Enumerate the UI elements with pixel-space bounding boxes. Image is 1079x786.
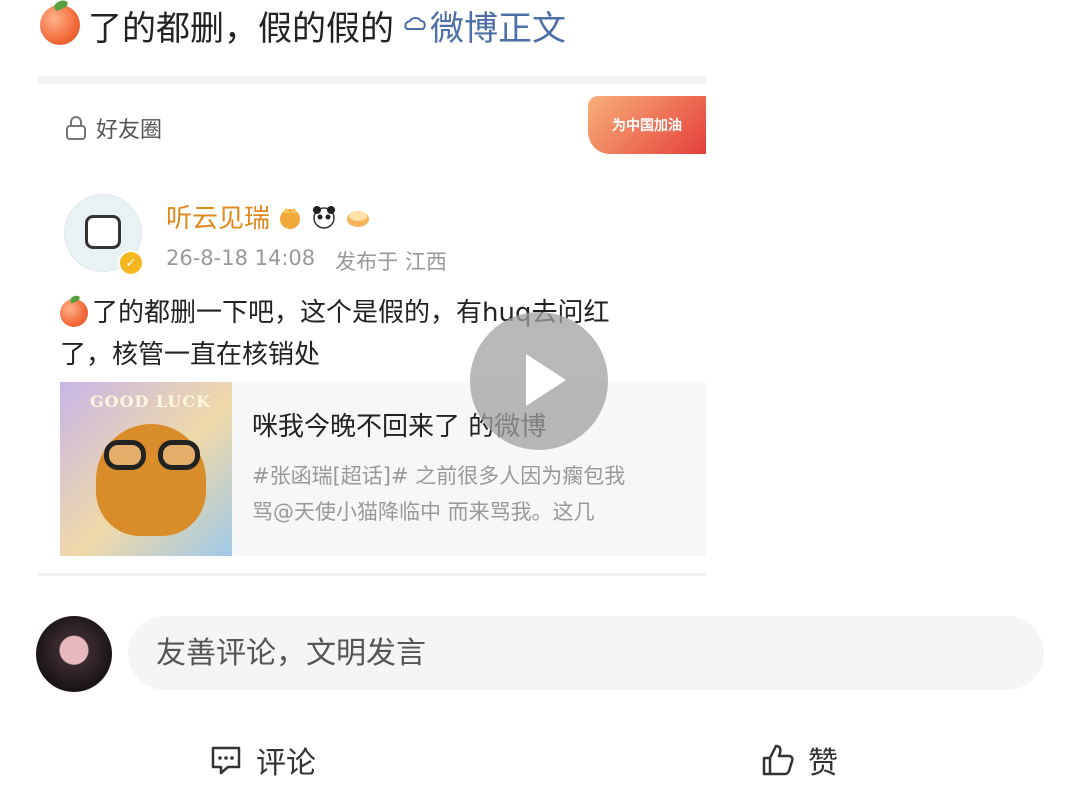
post-header-text: 了的都删，假的假的 xyxy=(88,8,394,49)
crown-emoji-icon xyxy=(276,203,304,231)
promo-badge-text: 为中国加油 xyxy=(612,118,682,134)
comment-input[interactable] xyxy=(128,616,1044,690)
weibo-link-label[interactable]: 微博正文 xyxy=(430,1,566,50)
quoted-post-card[interactable]: 好友圈 为中国加油 ✓ 听云见瑞 26-8-18 14:08 发布于 江西 了的… xyxy=(38,76,706,576)
weibo-link[interactable]: 微博正文 xyxy=(402,1,566,50)
cake-emoji-icon xyxy=(344,203,372,231)
panda-emoji-icon xyxy=(310,203,338,231)
comment-icon xyxy=(211,746,241,775)
visibility-row: 好友圈 xyxy=(62,112,162,144)
author-name-row: 听云见瑞 xyxy=(166,198,372,235)
shared-desc-line1: #张函瑞[超话]# 之前很多人因为瘸包我 xyxy=(252,464,626,488)
shared-description: #张函瑞[超话]# 之前很多人因为瘸包我 骂@天使小猫降临中 而来骂我。这几 xyxy=(252,458,706,530)
post-timestamp: 26-8-18 14:08 xyxy=(166,246,316,270)
glasses-illustration xyxy=(104,440,200,470)
peach-emoji-icon xyxy=(40,5,80,45)
thumbnail-text: GOOD LUCK xyxy=(90,392,211,411)
friends-circle-lock-icon xyxy=(66,116,86,140)
post-meta: 26-8-18 14:08 发布于 江西 xyxy=(166,246,447,276)
visibility-label: 好友圈 xyxy=(96,118,163,143)
current-user-avatar[interactable] xyxy=(36,616,112,692)
comment-label: 评论 xyxy=(256,746,316,781)
weibo-link-icon xyxy=(404,17,426,30)
play-button-icon[interactable] xyxy=(470,312,608,450)
verified-icon: ✓ xyxy=(118,250,144,276)
like-button[interactable]: 赞 xyxy=(760,738,838,782)
like-label: 赞 xyxy=(808,746,838,781)
avatar-cartoon xyxy=(85,215,121,249)
shared-weibo-card[interactable]: GOOD LUCK 咪我今晚不回来了 的微博 #张函瑞[超话]# 之前很多人因为… xyxy=(60,382,706,556)
author-name[interactable]: 听云见瑞 xyxy=(166,198,270,235)
post-header-line: 了的都删，假的假的 微博正文 xyxy=(40,1,566,50)
shared-thumbnail: GOOD LUCK xyxy=(60,382,232,556)
comment-button[interactable]: 评论 xyxy=(208,738,316,782)
promo-badge: 为中国加油 xyxy=(588,96,706,154)
post-location: 发布于 江西 xyxy=(335,250,447,274)
thumbs-up-icon xyxy=(762,744,794,776)
shared-desc-line2: 骂@天使小猫降临中 而来骂我。这几 xyxy=(252,500,595,524)
peach-emoji-icon xyxy=(60,299,88,327)
